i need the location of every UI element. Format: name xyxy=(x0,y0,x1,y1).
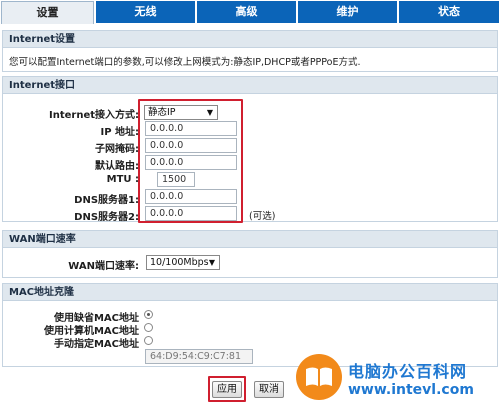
mac-computer-radio[interactable] xyxy=(144,323,153,332)
watermark-site-name: 电脑办公百科网 xyxy=(348,362,468,381)
cancel-button[interactable]: 取消 xyxy=(254,381,284,398)
book-logo-icon xyxy=(296,354,342,400)
default-gateway-label: 默认路由: xyxy=(95,161,139,172)
wan-speed-value: 10/100Mbps xyxy=(150,257,209,268)
internet-settings-description: 您可以配置Internet端口的参数,可以修改上网模式为:静态IP,DHCP或者… xyxy=(9,57,361,68)
watermark-site-url: www.intevl.com xyxy=(348,382,474,398)
highlight-box-internet-fields xyxy=(138,99,243,223)
mac-manual-label: 手动指定MAC地址 xyxy=(53,339,139,350)
tab-advanced[interactable]: 高级 xyxy=(197,1,296,23)
tab-settings[interactable]: 设置 xyxy=(1,1,94,24)
dns2-optional-note: (可选) xyxy=(249,211,276,222)
mac-default-radio[interactable] xyxy=(144,310,153,319)
tab-wireless[interactable]: 无线 xyxy=(96,1,195,23)
dns2-label: DNS服务器2: xyxy=(74,212,139,223)
tab-maintenance[interactable]: 维护 xyxy=(298,1,397,23)
wan-speed-panel: WAN端口速率 WAN端口速率: 10/100Mbps ▼ xyxy=(2,230,498,278)
wan-speed-select[interactable]: 10/100Mbps ▼ xyxy=(146,255,220,270)
apply-button[interactable]: 应用 xyxy=(212,381,242,398)
ip-address-label: IP 地址: xyxy=(100,127,139,138)
dns1-label: DNS服务器1: xyxy=(74,195,139,206)
wan-speed-label: WAN端口速率: xyxy=(68,261,139,272)
mac-clone-panel: MAC地址克隆 使用缺省MAC地址 使用计算机MAC地址 手动指定MAC地址 xyxy=(2,283,498,367)
top-tab-bar: 设置 无线 高级 维护 状态 xyxy=(0,0,500,24)
mac-manual-radio[interactable] xyxy=(144,336,153,345)
mac-address-input[interactable] xyxy=(145,349,253,364)
internet-settings-panel: Internet设置 您可以配置Internet端口的参数,可以修改上网模式为:… xyxy=(2,30,498,72)
wan-speed-title: WAN端口速率 xyxy=(3,231,497,248)
tab-status[interactable]: 状态 xyxy=(399,1,499,23)
chevron-down-icon: ▼ xyxy=(208,258,215,267)
mtu-label: MTU : xyxy=(106,174,139,185)
internet-port-panel: Internet接口 Internet接入方式: 静态IP ▼ IP 地址: 子… xyxy=(2,76,498,223)
subnet-mask-label: 子网掩码: xyxy=(95,144,139,155)
mac-clone-title: MAC地址克隆 xyxy=(3,284,497,301)
internet-settings-title: Internet设置 xyxy=(3,31,497,48)
access-mode-label: Internet接入方式: xyxy=(48,110,139,121)
internet-port-title: Internet接口 xyxy=(3,77,497,94)
